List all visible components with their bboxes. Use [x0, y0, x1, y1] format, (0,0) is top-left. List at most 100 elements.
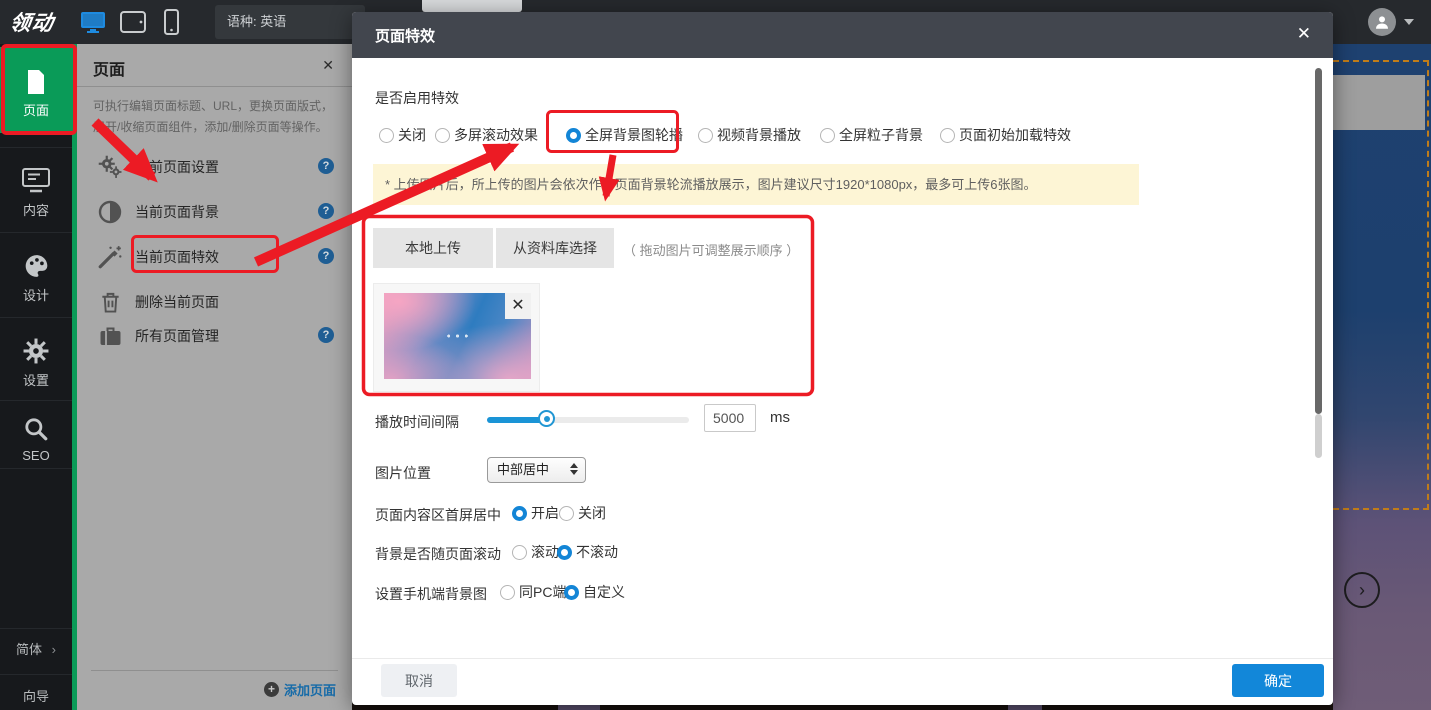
confirm-button[interactable]: 确定 [1232, 664, 1324, 697]
dialog-scrollbar-track [1315, 414, 1322, 458]
image-position-select[interactable]: 中部居中 [487, 457, 586, 483]
user-avatar[interactable] [1368, 8, 1396, 36]
app-logo: 领动 [8, 7, 56, 37]
radio-icon [500, 585, 515, 600]
effect-option-particles[interactable]: 全屏粒子背景 [820, 126, 923, 144]
page-effects-dialog: 页面特效 ✕ 是否启用特效 关闭 多屏滚动效果 全屏背景图轮播 视频背景播放 全… [352, 12, 1333, 705]
effect-option-initial-load[interactable]: 页面初始加载特效 [940, 126, 1071, 144]
radio-icon [379, 128, 394, 143]
radio-icon-selected [557, 545, 572, 560]
radio-icon [435, 128, 450, 143]
sidebar-item-content[interactable]: 内容 [0, 150, 72, 230]
sidebar-item-seo[interactable]: SEO [0, 402, 72, 468]
content-icon [0, 164, 72, 194]
bg-scroll-option-fixed[interactable]: 不滚动 [557, 543, 618, 561]
effect-option-multiscreen[interactable]: 多屏滚动效果 [435, 126, 538, 144]
interval-unit: ms [770, 409, 790, 426]
selection-dashed-outline [1333, 60, 1429, 510]
panel-description: 可执行编辑页面标题、URL，更换页面版式，展开/收缩页面组件，添加/删除页面等操… [93, 96, 339, 138]
tablet-view-icon[interactable] [118, 9, 148, 35]
desktop-view-icon[interactable] [78, 9, 108, 35]
radio-icon [820, 128, 835, 143]
image-position-label: 图片位置 [375, 463, 431, 483]
interval-slider-thumb[interactable] [538, 410, 555, 427]
interval-slider-track[interactable] [487, 417, 689, 423]
center-option-on[interactable]: 开启 [512, 504, 559, 522]
wizard-link[interactable]: 向导 [0, 686, 72, 705]
menu-item-page-background[interactable]: 当前页面背景 ? [77, 192, 352, 232]
app-root: 领动 语种: 英语 页面 内容 [0, 0, 1431, 710]
mobile-bg-option-same-pc[interactable]: 同PC端 [500, 583, 566, 601]
enable-effects-label: 是否启用特效 [375, 88, 459, 108]
panel-close-icon[interactable]: ✕ [322, 57, 334, 74]
menu-item-all-pages[interactable]: 所有页面管理 ? [77, 316, 352, 356]
chevron-right-icon: › [52, 642, 56, 657]
menu-item-page-settings[interactable]: 当前页面设置 ? [77, 147, 352, 187]
search-icon [0, 412, 72, 442]
tab-from-library[interactable]: 从资料库选择 [496, 228, 614, 268]
mobile-view-icon[interactable] [156, 9, 186, 35]
page-tool-panel: 页面 ✕ 可执行编辑页面标题、URL，更换页面版式，展开/收缩页面组件，添加/删… [77, 44, 352, 710]
radio-icon-selected [566, 128, 581, 143]
trash-icon [97, 289, 123, 315]
radio-icon-selected [564, 585, 579, 600]
remove-image-icon[interactable]: ✕ [505, 293, 531, 319]
center-first-screen-label: 页面内容区首屏居中 [375, 505, 501, 525]
dialog-header: 页面特效 ✕ [352, 12, 1333, 58]
radio-icon-selected [512, 506, 527, 521]
contrast-icon [97, 199, 123, 225]
select-spinner-icon [570, 463, 578, 475]
radio-icon [940, 128, 955, 143]
sidebar-item-settings[interactable]: 设置 [0, 320, 72, 400]
account-dropdown-caret[interactable] [1404, 19, 1414, 25]
radio-icon [698, 128, 713, 143]
dialog-close-icon[interactable]: ✕ [1297, 24, 1311, 44]
briefcase-icon [97, 323, 123, 349]
main-sidebar: 页面 内容 设计 设置 SEO [0, 44, 72, 710]
effect-option-off[interactable]: 关闭 [379, 126, 426, 144]
drag-hint: （ 拖动图片可调整展示顺序 ） [623, 240, 799, 259]
sidebar-item-label: 内容 [0, 200, 72, 219]
sidebar-item-label: 设置 [0, 370, 72, 389]
center-option-off[interactable]: 关闭 [559, 504, 606, 522]
palette-icon [0, 249, 72, 279]
upload-notice: * 上传图片后，所上传的图片会依次作为页面背景轮流播放展示，图片建议尺寸1920… [373, 164, 1139, 205]
bg-scroll-label: 背景是否随页面滚动 [375, 544, 501, 564]
effect-option-fullscreen-carousel[interactable]: 全屏背景图轮播 [566, 126, 683, 144]
dialog-scrollbar-thumb[interactable] [1315, 68, 1322, 414]
effect-option-video[interactable]: 视频背景播放 [698, 126, 801, 144]
page-icon [0, 64, 72, 94]
tab-local-upload[interactable]: 本地上传 [373, 228, 493, 268]
bg-scroll-option-scroll[interactable]: 滚动 [512, 543, 559, 561]
uploaded-image-card: ✕ [373, 283, 540, 392]
help-icon[interactable]: ? [318, 203, 334, 219]
sidebar-item-design[interactable]: 设计 [0, 235, 72, 315]
uploaded-image-thumbnail[interactable]: ✕ [384, 293, 531, 379]
cancel-button[interactable]: 取消 [381, 664, 457, 697]
help-icon[interactable]: ? [318, 158, 334, 174]
locale-switcher[interactable]: 简体 › [0, 639, 72, 658]
magic-wand-icon [97, 244, 123, 270]
panel-title: 页面 [93, 56, 125, 80]
mobile-bg-option-custom[interactable]: 自定义 [564, 583, 625, 601]
radio-icon [559, 506, 574, 521]
toolbar-pill [422, 0, 522, 12]
sidebar-item-label: 页面 [0, 100, 72, 119]
help-icon[interactable]: ? [318, 327, 334, 343]
interval-input[interactable] [704, 404, 756, 432]
dialog-title: 页面特效 [375, 25, 435, 46]
gears-icon [97, 154, 123, 180]
radio-icon [512, 545, 527, 560]
interval-label: 播放时间间隔 [375, 412, 459, 432]
gear-icon [0, 334, 72, 364]
help-icon[interactable]: ? [318, 248, 334, 264]
sidebar-item-label: 设计 [0, 285, 72, 304]
language-selector[interactable]: 语种: 英语 [215, 5, 365, 39]
add-page-button[interactable]: + 添加页面 [264, 680, 336, 699]
sidebar-item-page[interactable]: 页面 [0, 47, 72, 133]
mobile-bg-label: 设置手机端背景图 [375, 584, 487, 604]
sidebar-item-label: SEO [0, 448, 72, 463]
page-preview-strip: › [1333, 44, 1431, 710]
menu-item-page-effects[interactable]: 当前页面特效 ? [77, 237, 352, 277]
carousel-next-button[interactable]: › [1344, 572, 1380, 608]
